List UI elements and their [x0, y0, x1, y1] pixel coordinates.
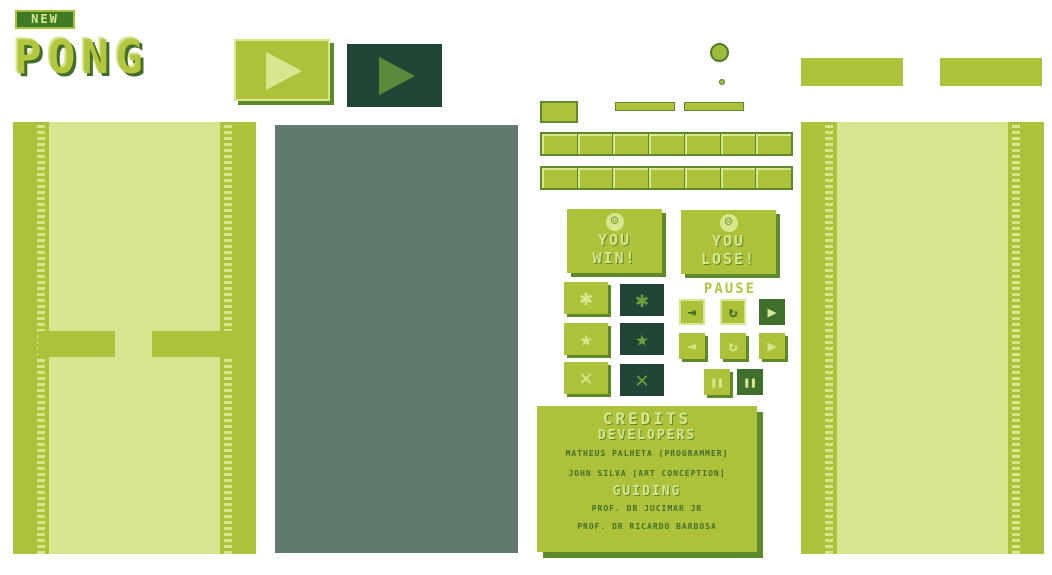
play-icon: ▶ — [767, 337, 777, 355]
paddle-sprite-flat — [615, 102, 675, 111]
restart-button-highlight[interactable]: ↻ — [720, 299, 746, 325]
play-icon — [266, 52, 302, 90]
brick — [542, 134, 577, 154]
gear-icon: ✱ — [635, 287, 649, 313]
brick — [720, 168, 756, 188]
court-border-pattern — [1012, 122, 1020, 554]
brick — [720, 134, 756, 154]
play-button-pressed[interactable] — [347, 44, 442, 107]
exit-button-highlight[interactable]: ⇥ — [679, 299, 705, 325]
play-icon: ▶ — [767, 303, 777, 321]
star-button[interactable]: ★ — [564, 323, 608, 355]
brick — [613, 134, 649, 154]
game-title: PONG — [14, 30, 149, 84]
lose-text: YOU LOSE! — [700, 232, 757, 268]
score-bar-right — [940, 58, 1042, 86]
play-button[interactable] — [234, 39, 330, 101]
win-message: ☺ YOU WIN! — [567, 209, 662, 273]
win-text: YOU WIN! — [592, 231, 637, 267]
resume-button[interactable]: ▶ — [759, 333, 785, 359]
exit-icon: ⇥ — [687, 337, 697, 355]
pause-button-pressed[interactable]: ❚❚ — [737, 369, 763, 395]
restart-icon: ↻ — [728, 303, 738, 321]
score-bar-left — [801, 58, 903, 86]
credits-title: CREDITS — [602, 409, 692, 428]
credits-panel: CREDITS DEVELOPERS MATHEUS PALHETA [PROG… — [537, 406, 757, 552]
brick — [577, 168, 613, 188]
paddle-horizontal-right — [152, 331, 232, 357]
settings-button[interactable]: ✱ — [564, 282, 608, 314]
guiding-heading: GUIDING — [612, 484, 682, 499]
happy-face-icon: ☺ — [605, 213, 624, 231]
pause-icon: ❚❚ — [710, 375, 724, 389]
resume-button-dark[interactable]: ▶ — [759, 299, 785, 325]
brick — [542, 168, 577, 188]
restart-icon: ↻ — [728, 337, 738, 355]
sad-face-icon: ☹ — [719, 214, 738, 232]
brick-row-2 — [540, 166, 793, 190]
new-badge: NEW — [15, 10, 75, 29]
paddle-horizontal-left — [38, 331, 115, 357]
developer-name: MATHEUS PALHETA [PROGRAMMER] — [565, 449, 729, 458]
guide-name: PROF. DR RICARDO BARBOSA — [577, 522, 717, 531]
exit-button[interactable]: ⇥ — [679, 333, 705, 359]
brick — [684, 134, 720, 154]
close-icon: ✕ — [579, 365, 593, 391]
paddle-sprite-small — [540, 101, 578, 123]
developers-heading: DEVELOPERS — [597, 428, 697, 443]
pause-icon: ❚❚ — [743, 375, 757, 389]
lose-message: ☹ YOU LOSE! — [681, 210, 776, 274]
close-icon: ✕ — [635, 367, 649, 393]
pause-button[interactable]: ❚❚ — [704, 369, 730, 395]
close-button[interactable]: ✕ — [564, 362, 608, 394]
brick — [756, 134, 792, 154]
exit-icon: ⇥ — [687, 303, 697, 321]
guide-name: PROF. DR JUCIMAR JR — [591, 504, 703, 513]
court-border-pattern — [825, 122, 833, 554]
close-button-pressed[interactable]: ✕ — [620, 364, 664, 396]
play-icon — [379, 57, 415, 95]
star-button-pressed[interactable]: ★ — [620, 323, 664, 355]
brick — [649, 134, 684, 154]
paddle-sprite-flat-wide — [684, 102, 744, 111]
brick — [613, 168, 649, 188]
background-panel — [275, 125, 518, 553]
settings-button-pressed[interactable]: ✱ — [620, 284, 664, 316]
brick — [577, 134, 613, 154]
brick — [684, 168, 720, 188]
restart-button[interactable]: ↻ — [720, 333, 746, 359]
court-right — [801, 122, 1044, 554]
brick — [756, 168, 792, 188]
star-icon: ★ — [635, 326, 649, 352]
ball-small — [719, 79, 725, 85]
brick-row-1 — [540, 132, 793, 156]
ball-large — [710, 43, 729, 62]
developer-name: JOHN SILVA [ART CONCEPTION] — [568, 469, 726, 478]
brick — [649, 168, 684, 188]
pause-label: PAUSE — [703, 281, 757, 297]
star-icon: ★ — [579, 326, 593, 352]
gear-icon: ✱ — [579, 285, 593, 311]
